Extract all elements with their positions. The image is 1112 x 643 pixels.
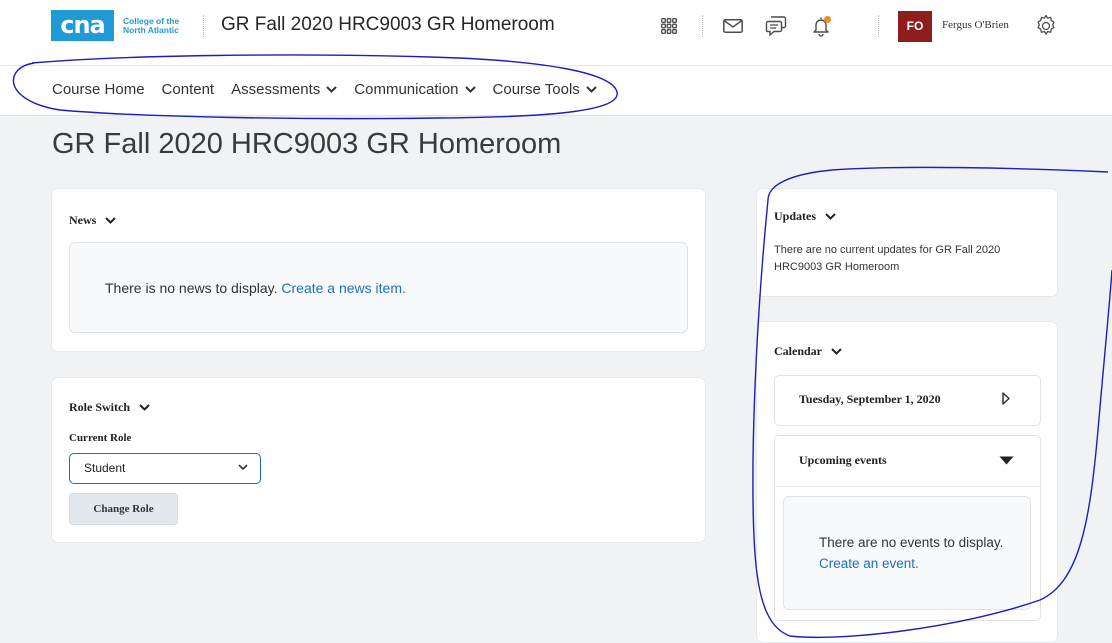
role-select[interactable]: Student bbox=[69, 453, 261, 484]
upcoming-events-title: Upcoming events bbox=[799, 453, 887, 467]
chevron-down-icon bbox=[825, 213, 836, 220]
chevron-down-icon bbox=[139, 404, 150, 411]
course-title[interactable]: GR Fall 2020 HRC9003 GR Homeroom bbox=[221, 14, 555, 36]
logo-mark: cna bbox=[51, 10, 114, 41]
waffle-grid-icon[interactable] bbox=[653, 10, 685, 42]
events-empty-message: There are no events to display. Create a… bbox=[819, 532, 1009, 574]
logo-subtitle: College of the North Atlantic bbox=[123, 16, 179, 35]
header-divider bbox=[878, 15, 879, 37]
notification-dot bbox=[824, 16, 831, 23]
calendar-date: Tuesday, September 1, 2020 bbox=[799, 392, 941, 406]
nav-label: Assessments bbox=[231, 81, 321, 98]
institution-logo[interactable]: cna College of the North Atlantic bbox=[51, 10, 179, 41]
calendar-heading[interactable]: Calendar bbox=[774, 344, 842, 359]
chevron-down-icon bbox=[464, 86, 476, 93]
avatar[interactable]: FO bbox=[898, 11, 932, 42]
course-navbar: Course Home Content Assessments Communic… bbox=[0, 66, 1112, 116]
header-divider bbox=[702, 15, 703, 37]
news-empty-message: There is no news to display. Create a ne… bbox=[105, 280, 406, 296]
nav-label: Communication bbox=[354, 81, 459, 98]
role-select-value: Student bbox=[84, 461, 126, 475]
news-empty-panel: There is no news to display. Create a ne… bbox=[69, 242, 688, 333]
news-heading-label: News bbox=[69, 213, 97, 227]
updates-message: There are no current updates for GR Fall… bbox=[774, 244, 1001, 273]
top-header: cna College of the North Atlantic GR Fal… bbox=[0, 0, 1112, 66]
chat-bubbles-icon[interactable] bbox=[760, 10, 792, 42]
change-role-button[interactable]: Change Role bbox=[69, 493, 178, 525]
nav-item-content[interactable]: Content bbox=[162, 81, 215, 98]
user-name[interactable]: Fergus O'Brien bbox=[942, 19, 1009, 31]
calendar-date-panel[interactable]: Tuesday, September 1, 2020 bbox=[774, 375, 1041, 426]
upcoming-events-panel: Upcoming events There are no events to d… bbox=[774, 435, 1041, 621]
chevron-down-icon bbox=[586, 86, 597, 93]
nav-item-course-tools[interactable]: Course Tools bbox=[493, 81, 597, 98]
updates-widget: Updates There are no current updates for… bbox=[757, 189, 1057, 296]
nav-item-course-home[interactable]: Course Home bbox=[52, 81, 145, 98]
page-title: GR Fall 2020 HRC9003 GR Homeroom bbox=[52, 128, 562, 160]
create-news-link[interactable]: Create a news item. bbox=[281, 280, 406, 296]
upcoming-events-header[interactable]: Upcoming events bbox=[775, 436, 1040, 487]
events-empty-panel: There are no events to display. Create a… bbox=[783, 496, 1031, 610]
triangle-right-icon[interactable] bbox=[1002, 392, 1010, 405]
role-switch-heading-label: Role Switch bbox=[69, 400, 130, 414]
role-switch-heading[interactable]: Role Switch bbox=[69, 400, 150, 415]
news-empty-text: There is no news to display. bbox=[105, 280, 282, 296]
calendar-widget: Calendar Tuesday, September 1, 2020 Upco… bbox=[757, 322, 1057, 642]
envelope-icon[interactable] bbox=[717, 10, 749, 42]
header-divider bbox=[203, 15, 204, 37]
role-switch-widget: Role Switch Current Role Student Change … bbox=[52, 378, 705, 542]
current-role-label: Current Role bbox=[69, 432, 132, 444]
nav-label: Content bbox=[161, 81, 215, 98]
logo-subtitle-line2: North Atlantic bbox=[123, 24, 179, 35]
news-heading[interactable]: News bbox=[69, 213, 117, 228]
calendar-heading-label: Calendar bbox=[774, 344, 822, 358]
nav-item-communication[interactable]: Communication bbox=[354, 81, 476, 98]
nav-label: Course Home bbox=[52, 81, 145, 98]
create-event-link[interactable]: Create an event. bbox=[819, 556, 919, 571]
news-widget: News There is no news to display. Create… bbox=[52, 189, 705, 351]
triangle-down-icon[interactable] bbox=[999, 456, 1014, 465]
chevron-down-icon bbox=[238, 464, 248, 470]
chevron-down-icon bbox=[326, 86, 338, 93]
chevron-down-icon bbox=[831, 348, 842, 355]
bell-icon[interactable] bbox=[806, 10, 838, 42]
updates-heading-label: Updates bbox=[774, 209, 817, 223]
updates-heading[interactable]: Updates bbox=[774, 209, 836, 224]
nav-items: Course Home Content Assessments Communic… bbox=[52, 81, 614, 98]
chevron-down-icon bbox=[105, 217, 117, 224]
gear-icon[interactable] bbox=[1030, 10, 1062, 42]
events-empty-text: There are no events to display. bbox=[819, 535, 1004, 550]
nav-label: Course Tools bbox=[492, 81, 580, 98]
nav-item-assessments[interactable]: Assessments bbox=[231, 81, 338, 98]
